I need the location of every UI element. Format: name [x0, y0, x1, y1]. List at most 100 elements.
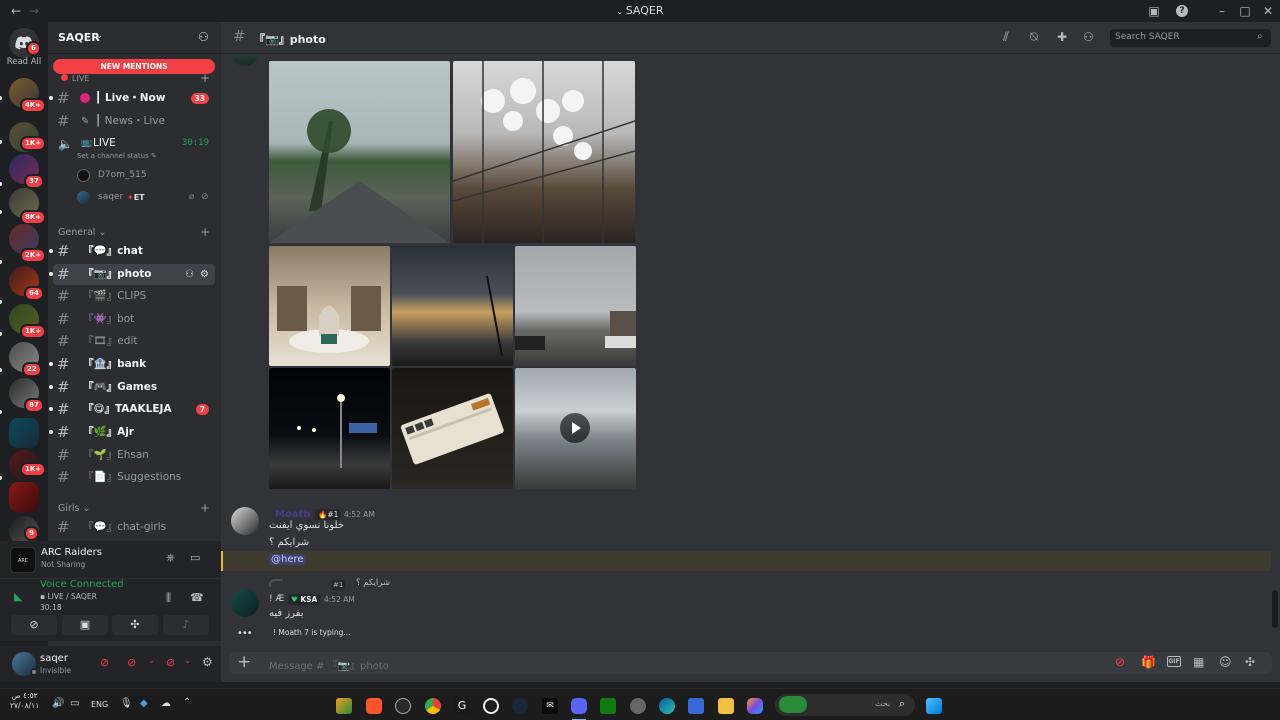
gift-icon[interactable]: 🎁: [1141, 655, 1156, 669]
message-composer[interactable]: + Message # 『📷』photo ⊘ 🎁 GIF ▦ ☺ ✣: [229, 652, 1272, 674]
activities-button[interactable]: ✣: [112, 615, 158, 635]
folder-icon[interactable]: [718, 698, 734, 714]
photo-street-palms[interactable]: [269, 61, 450, 243]
app-icon-5[interactable]: G: [454, 698, 470, 714]
channel-status[interactable]: Set a channel status ✎: [77, 151, 157, 161]
volume-icon[interactable]: 🔊: [52, 698, 64, 709]
language-indicator[interactable]: ENG: [91, 700, 108, 709]
channel-clips[interactable]: # 『🎬』CLIPS: [53, 286, 215, 307]
channel-suggestions[interactable]: # 『📄』Suggestions: [53, 467, 215, 488]
add-channel-icon[interactable]: +: [200, 225, 210, 239]
screen-share-button[interactable]: ▣: [62, 615, 108, 635]
add-channel-icon[interactable]: +: [200, 501, 210, 515]
notifications-muted-icon[interactable]: ⍉: [1030, 30, 1038, 45]
avatar[interactable]: [231, 507, 259, 535]
channel-games[interactable]: # 『🎮』Games: [49, 377, 215, 398]
channel-ajr[interactable]: # 『🌿』Ajr: [49, 422, 215, 443]
avatar[interactable]: [231, 54, 259, 66]
server-header[interactable]: SAQER ⌄ ⚇: [48, 22, 221, 54]
channel-bank[interactable]: # 『🏦』bank: [49, 354, 215, 375]
gif-icon[interactable]: GIF: [1167, 656, 1181, 667]
noise-suppression-icon[interactable]: ⫼: [166, 591, 171, 605]
general-category[interactable]: General ⌄: [58, 226, 106, 240]
play-button[interactable]: [560, 413, 590, 443]
live-category[interactable]: LIVE: [72, 72, 89, 86]
read-all-button[interactable]: Read All: [0, 57, 48, 67]
photo-rainy-parking[interactable]: [515, 246, 636, 366]
edge-icon[interactable]: [659, 698, 675, 714]
invite-icon[interactable]: ⚇: [185, 264, 194, 285]
help-icon[interactable]: ?: [1176, 5, 1188, 17]
copilot-icon[interactable]: [747, 698, 763, 714]
deafen-icon[interactable]: ⊘: [166, 656, 175, 669]
voice-member[interactable]: saqer ✦ET ⌀ ⊘: [53, 187, 215, 208]
mic-muted-icon[interactable]: ⊘: [100, 656, 109, 669]
app-icon-11[interactable]: [630, 698, 646, 714]
apps-icon[interactable]: ✣: [1245, 655, 1255, 669]
app-icon-3[interactable]: [395, 698, 411, 714]
server-12-icon[interactable]: [9, 482, 39, 512]
user-name[interactable]: saqer: [40, 653, 68, 664]
windows-start-icon[interactable]: [926, 698, 942, 714]
server-10-icon[interactable]: [9, 418, 39, 448]
app-icon-10[interactable]: [600, 698, 616, 714]
photo-lanterns-cafe[interactable]: [453, 61, 635, 243]
inbox-icon[interactable]: ▣: [1146, 3, 1162, 19]
chevron-up-icon[interactable]: ⌃: [183, 697, 191, 708]
channel-edit[interactable]: # 『🎞』edit: [53, 331, 215, 352]
taskbar-search[interactable]: بحث ⌕: [775, 694, 915, 716]
network-icon[interactable]: ▭: [70, 698, 79, 709]
reply-preview[interactable]: شرايكم ؟: [356, 578, 390, 588]
pin-icon[interactable]: ✚: [1057, 30, 1067, 44]
store-icon[interactable]: [688, 698, 704, 714]
share-screen-icon[interactable]: ▭: [190, 551, 200, 564]
girls-category[interactable]: Girls ⌄: [58, 502, 90, 516]
camera-off-button[interactable]: ⊘: [11, 615, 57, 635]
photo-night-street[interactable]: [269, 368, 390, 489]
cloud-icon[interactable]: ☁: [161, 698, 171, 709]
minimize-icon[interactable]: –: [1214, 3, 1230, 19]
clock[interactable]: ٤:٥٢ ص ٢٧/٠٨/١١: [10, 691, 39, 711]
threads-icon[interactable]: ⫽: [1003, 30, 1009, 45]
chevron-down-icon[interactable]: ⌄: [184, 656, 192, 666]
close-icon[interactable]: ✕: [1260, 3, 1276, 19]
channel-bot[interactable]: # 『👾』bot: [53, 309, 215, 330]
headphones-muted-icon[interactable]: ⊘: [127, 656, 136, 669]
scrollbar-thumb[interactable]: [1272, 590, 1278, 628]
app-icon-6[interactable]: [483, 698, 499, 714]
brave-icon[interactable]: [366, 698, 382, 714]
settings-gear-icon[interactable]: ⚙: [202, 655, 213, 669]
add-attachment-icon[interactable]: +: [237, 652, 251, 673]
chrome-icon[interactable]: [425, 698, 441, 714]
photo-keyboard[interactable]: [392, 368, 513, 489]
channel-news-live[interactable]: # ✎ ┃ News・Live: [53, 111, 215, 132]
channel-live-now[interactable]: # ┃ Live・Now 33: [49, 88, 215, 109]
mic-icon[interactable]: 🎙: [120, 698, 133, 709]
disconnect-icon[interactable]: ☎: [190, 591, 204, 604]
channel-chat-girls[interactable]: # 『💬』chat-girls: [53, 517, 215, 538]
photo-interior-kettle[interactable]: [269, 246, 390, 366]
discord-taskbar-icon[interactable]: [571, 698, 587, 714]
search-input[interactable]: Search SAQER ⌕: [1110, 29, 1271, 47]
boost-icon[interactable]: ⊘: [1115, 655, 1125, 669]
chevron-down-icon[interactable]: ⌄: [148, 656, 156, 666]
gamepad-icon[interactable]: ⎈: [166, 551, 175, 565]
voice-channel-live[interactable]: 🔈 📺 LIVE 30:19 Set a channel status ✎: [53, 133, 215, 161]
app-icon-1[interactable]: [336, 698, 352, 714]
tray-app-icon[interactable]: ◆: [140, 698, 148, 709]
message-author[interactable]: ! Æ: [269, 594, 284, 604]
emoji-icon[interactable]: ☺: [1219, 655, 1232, 669]
voice-member[interactable]: D7om_515: [53, 165, 215, 186]
channel-ehsan[interactable]: # 『🌱』Ehsan: [53, 445, 215, 466]
voice-channel-path[interactable]: ▪ LIVE / SAQER: [40, 592, 97, 601]
maximize-icon[interactable]: □: [1237, 3, 1253, 19]
avatar[interactable]: [231, 589, 259, 617]
soundboard-button[interactable]: ♪: [163, 615, 209, 635]
channel-taakleja[interactable]: # 『😋』TAAKLEJA 7: [49, 399, 215, 420]
message-author[interactable]: Moath: [275, 509, 310, 520]
gear-icon[interactable]: ⚙: [200, 264, 209, 285]
video-sea-shore[interactable]: [515, 368, 636, 489]
member-list-icon[interactable]: ⚇: [1083, 30, 1094, 44]
channel-chat[interactable]: # 『💬』chat: [49, 241, 215, 262]
channel-photo[interactable]: # 『📷』photo ⚇ ⚙: [49, 264, 215, 285]
